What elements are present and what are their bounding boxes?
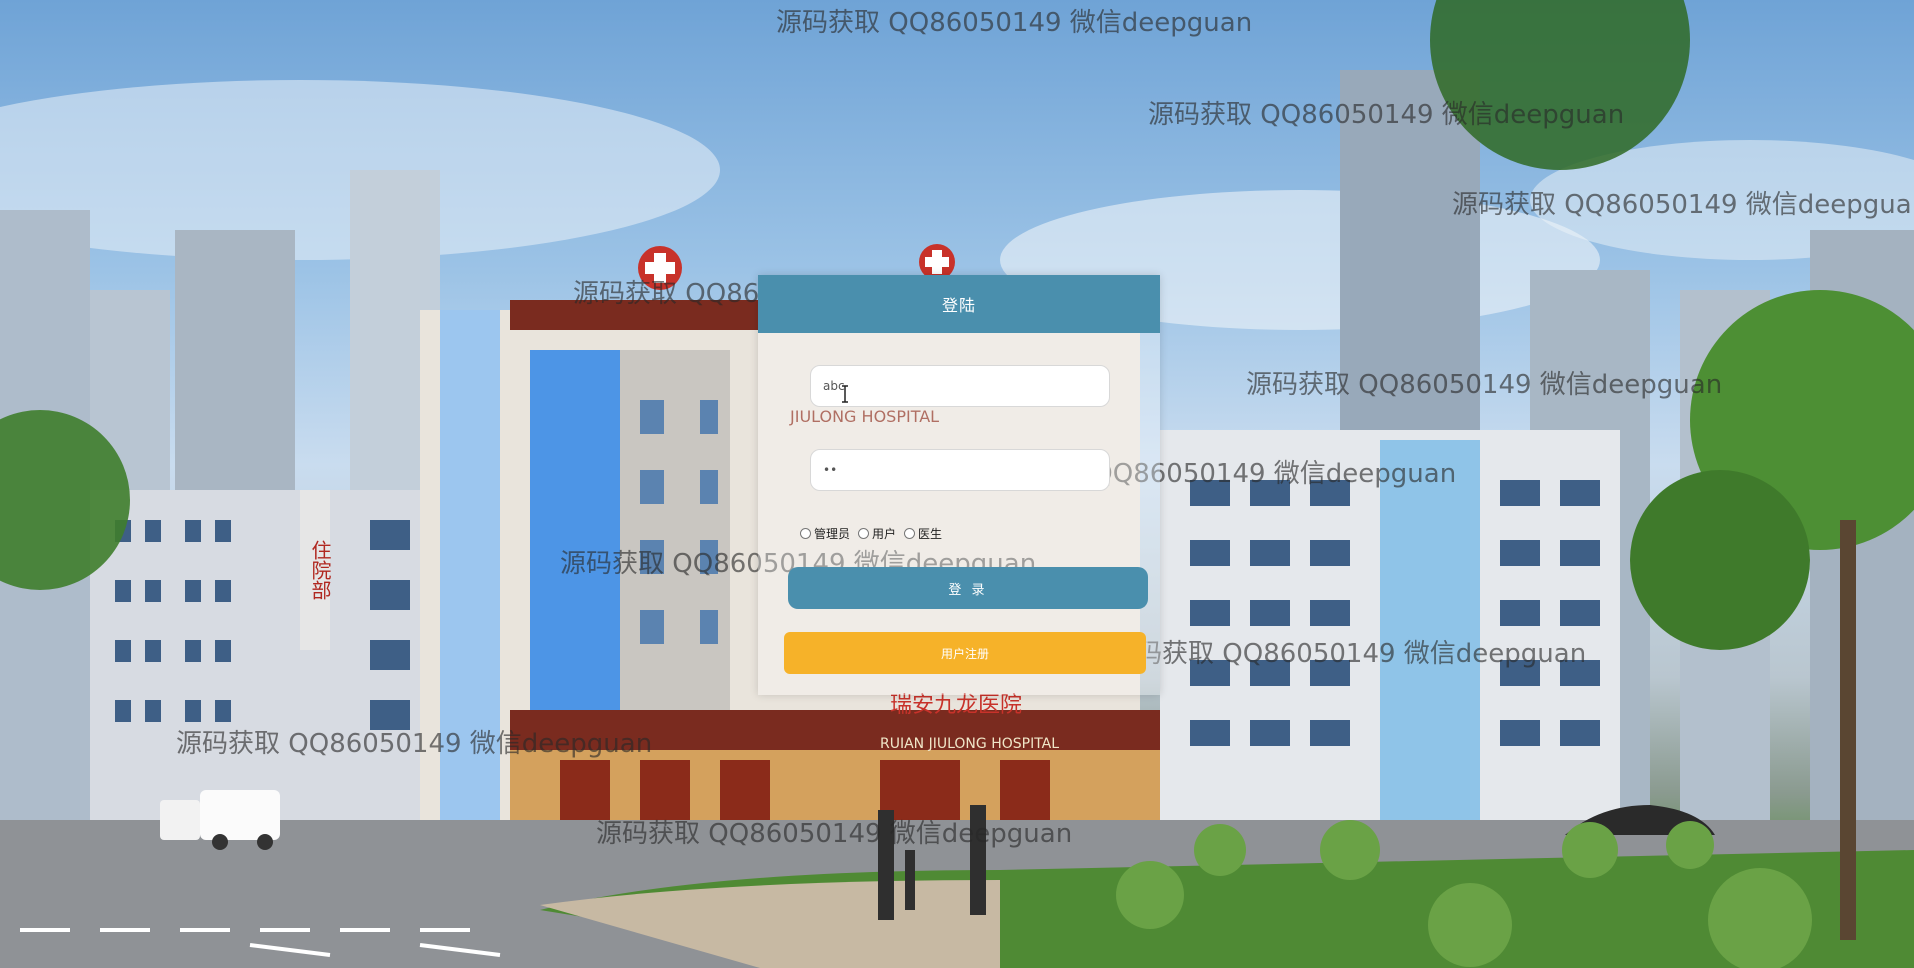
radio-icon[interactable] — [904, 528, 916, 539]
login-panel: 登陆 管理员 用户 医生 登 录 用户注册 — [758, 275, 1160, 695]
hospital-sign-lower: RUIAN JIULONG HOSPITAL — [880, 736, 1059, 752]
register-button[interactable]: 用户注册 — [784, 632, 1146, 674]
role-option-admin[interactable]: 管理员 — [800, 525, 850, 542]
role-label: 医生 — [918, 527, 943, 541]
role-label: 管理员 — [814, 527, 851, 541]
role-label: 用户 — [872, 527, 897, 541]
password-input[interactable] — [810, 449, 1110, 491]
red-cross-logo-icon — [638, 246, 682, 290]
role-selector: 管理员 用户 医生 — [800, 525, 942, 542]
login-title: 登陆 — [758, 275, 1160, 333]
role-option-user[interactable]: 用户 — [858, 525, 896, 542]
role-option-doctor[interactable]: 医生 — [904, 525, 942, 542]
login-button[interactable]: 登 录 — [788, 567, 1148, 609]
radio-icon[interactable] — [800, 528, 811, 539]
wing-sign: 住院部 — [308, 540, 332, 600]
text-cursor-icon — [842, 385, 848, 403]
username-input[interactable] — [810, 365, 1110, 407]
radio-icon[interactable] — [858, 528, 870, 539]
hospital-name-cn: 瑞安九龙医院 — [890, 693, 1022, 718]
